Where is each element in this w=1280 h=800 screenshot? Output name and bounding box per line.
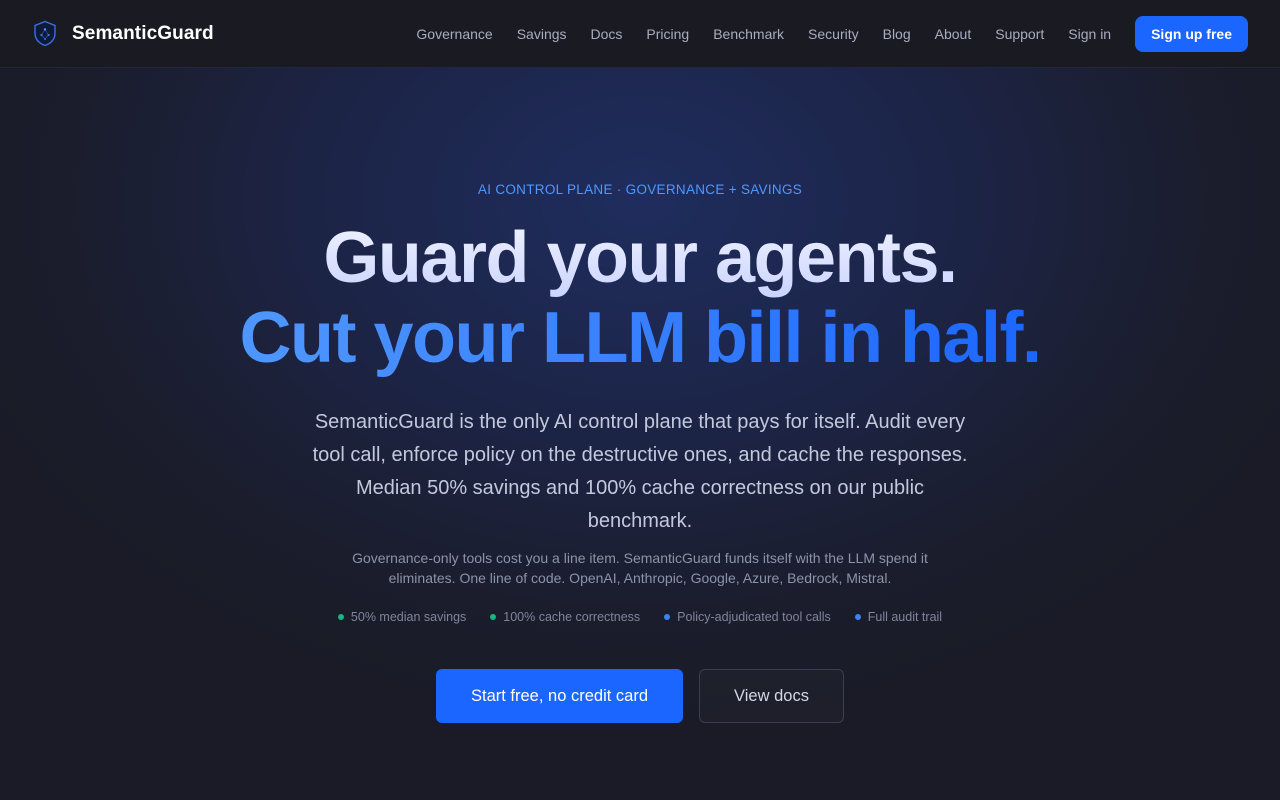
cta-group: Start free, no credit card View docs — [0, 669, 1280, 723]
feature-label: Full audit trail — [867, 610, 943, 624]
feature-item: Full audit trail — [854, 610, 943, 624]
nav-link-support[interactable]: Support — [995, 26, 1044, 42]
nav-link-savings[interactable]: Savings — [517, 26, 567, 42]
feature-list: 50% median savings 100% cache correctnes… — [0, 610, 1280, 624]
nav-link-pricing[interactable]: Pricing — [646, 26, 689, 42]
nav-link-sign-in[interactable]: Sign in — [1068, 26, 1111, 42]
start-free-button[interactable]: Start free, no credit card — [436, 669, 683, 723]
nav-link-docs[interactable]: Docs — [591, 26, 623, 42]
feature-label: Policy-adjudicated tool calls — [677, 610, 831, 624]
nav-link-about[interactable]: About — [935, 26, 972, 42]
feature-item: Policy-adjudicated tool calls — [664, 610, 831, 624]
hero-sub-paragraph: Governance-only tools cost you a line it… — [352, 550, 928, 586]
main-nav: Governance Savings Docs Pricing Benchmar… — [416, 15, 1248, 52]
top-nav-bar: SemanticGuard Governance Savings Docs Pr… — [0, 0, 1280, 68]
feature-label: 50% median savings — [350, 610, 467, 624]
feature-item: 100% cache correctness — [490, 610, 640, 624]
view-docs-button[interactable]: View docs — [699, 669, 844, 723]
hero-headline-line2: Cut your LLM bill in half. — [239, 298, 1042, 378]
hero-headline-line1: Guard your agents. — [0, 216, 1280, 300]
page: SemanticGuard Governance Savings Docs Pr… — [0, 0, 1280, 800]
nav-link-blog[interactable]: Blog — [883, 26, 911, 42]
status-dot-icon — [664, 614, 671, 620]
feature-item: 50% median savings — [337, 610, 467, 624]
sign-up-button[interactable]: Sign up free — [1135, 15, 1248, 52]
shield-icon — [32, 20, 58, 48]
status-dot-icon — [854, 614, 861, 620]
feature-label: 100% cache correctness — [503, 610, 641, 624]
hero-lead-paragraph: SemanticGuard is the only AI control pla… — [312, 411, 968, 532]
brand-name: SemanticGuard — [72, 22, 214, 44]
nav-link-security[interactable]: Security — [808, 26, 859, 42]
nav-link-governance[interactable]: Governance — [416, 26, 492, 42]
brand[interactable]: SemanticGuard — [32, 20, 214, 48]
hero-headline-line2-wrap: Cut your LLM bill in half. — [0, 296, 1280, 380]
nav-link-benchmark[interactable]: Benchmark — [713, 26, 784, 42]
status-dot-icon — [337, 614, 344, 620]
status-dot-icon — [490, 614, 497, 620]
hero-eyebrow: AI CONTROL PLANE · GOVERNANCE + SAVINGS — [477, 182, 803, 197]
